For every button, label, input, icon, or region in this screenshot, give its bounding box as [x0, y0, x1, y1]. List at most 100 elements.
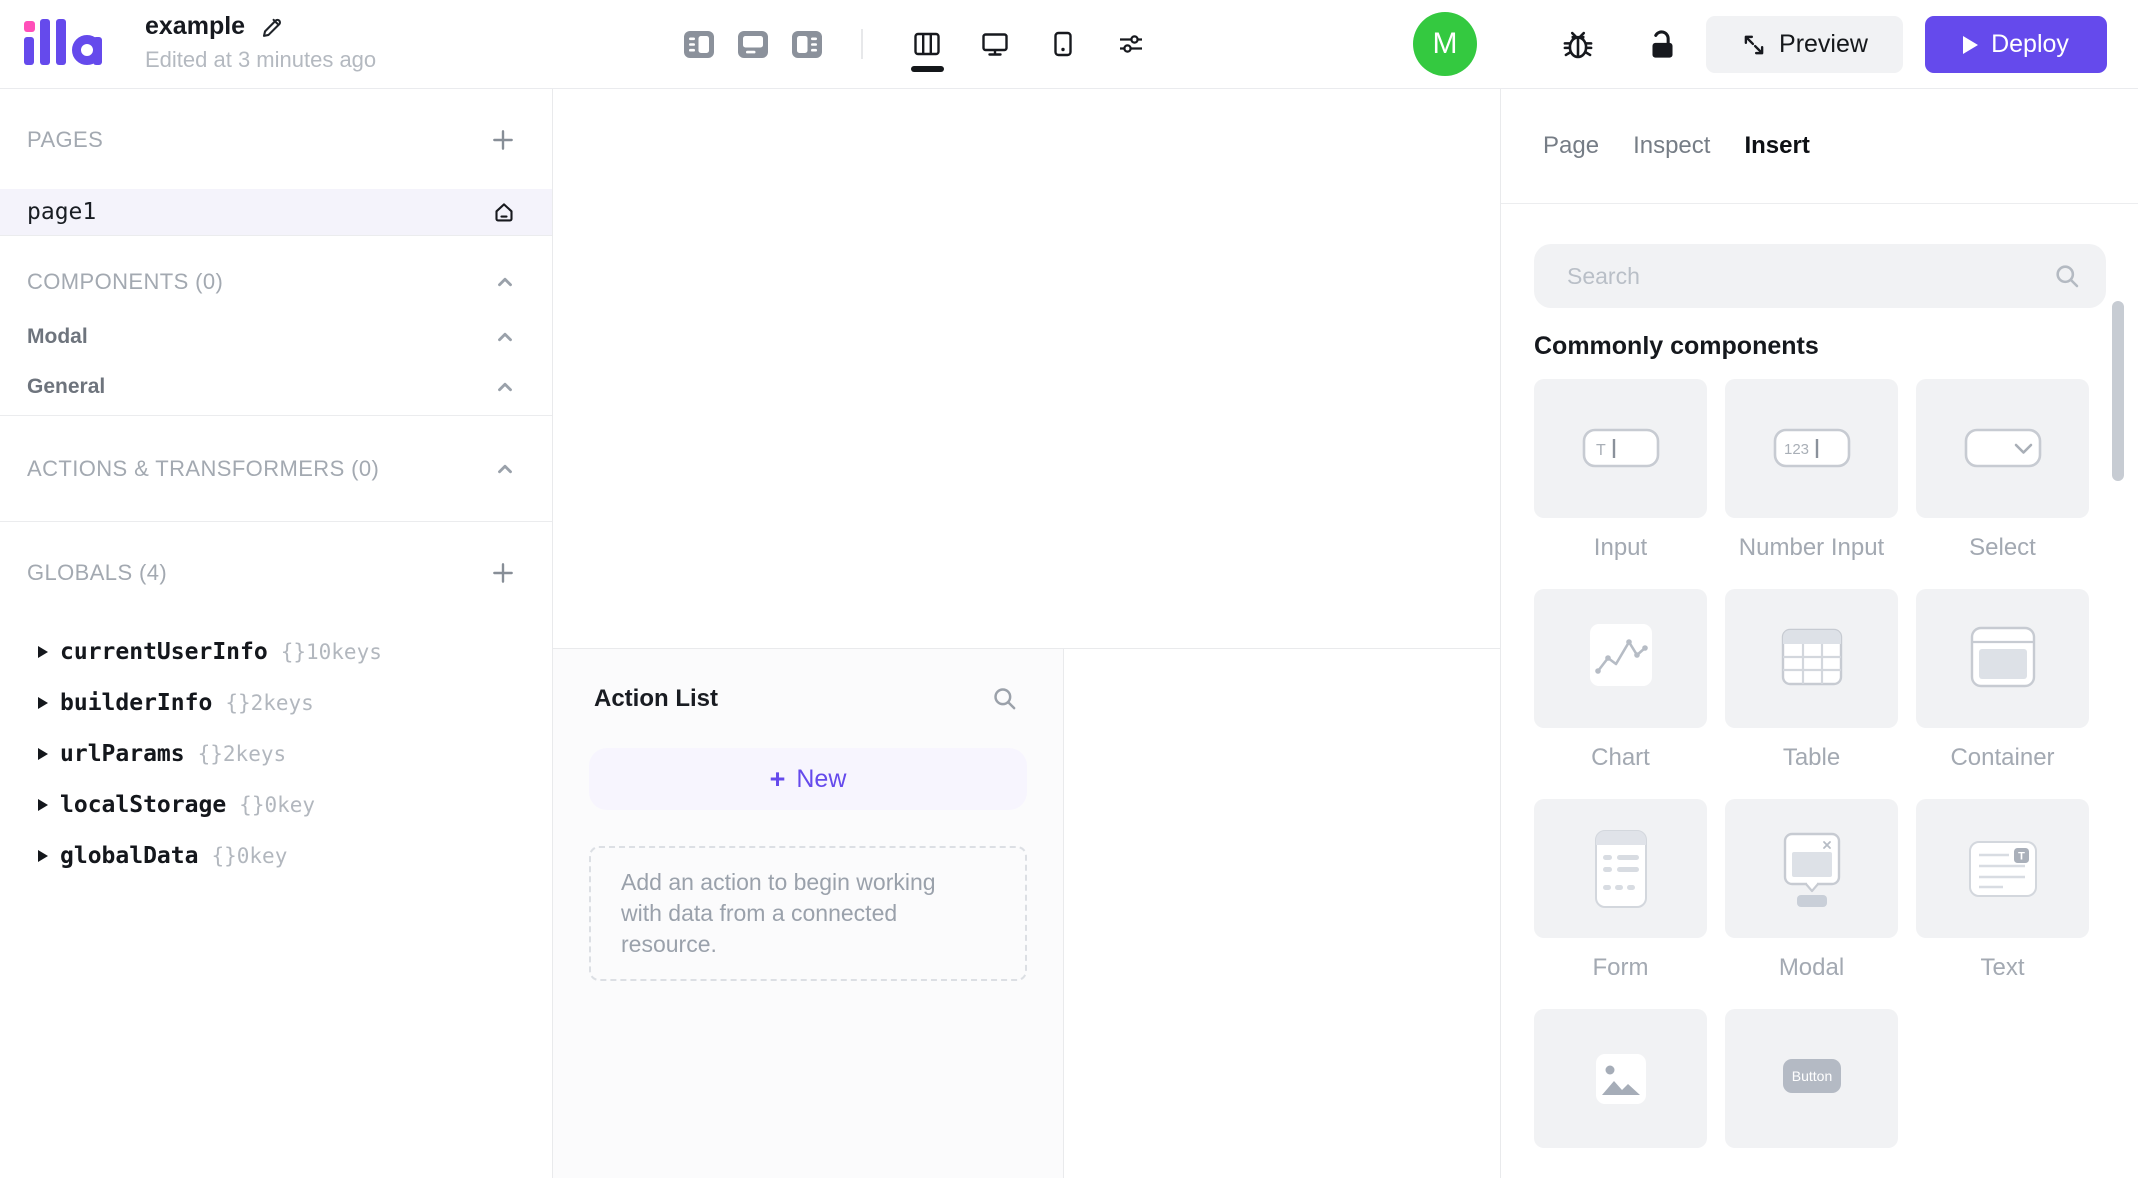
- component-cell: T Input: [1534, 379, 1707, 563]
- expand-triangle-icon[interactable]: [38, 645, 48, 658]
- component-search-input[interactable]: [1565, 261, 2053, 291]
- avatar[interactable]: M: [1413, 12, 1477, 76]
- component-search-box: [1534, 244, 2106, 308]
- svg-text:123: 123: [1784, 441, 1809, 458]
- mobile-preview-icon[interactable]: [1047, 28, 1079, 60]
- global-item-urlParams[interactable]: urlParams {}2keys: [0, 728, 552, 779]
- tab-insert[interactable]: Insert: [1744, 132, 1809, 160]
- pages-section-header: PAGES: [0, 113, 552, 167]
- left-sidebar: PAGES page1 COMPONENTS (0) Modal General…: [0, 89, 553, 1178]
- preview-button[interactable]: Preview: [1706, 16, 1903, 73]
- active-mode-indicator: [911, 66, 944, 72]
- components-section-header: COMPONENTS (0): [0, 252, 552, 312]
- settings-sliders-icon[interactable]: [1115, 28, 1147, 60]
- tab-page[interactable]: Page: [1543, 132, 1599, 160]
- component-cell: Modal: [1725, 799, 1898, 983]
- actions-section-header: ACTIONS & TRANSFORMERS (0): [0, 432, 552, 506]
- illa-builder-window: example Edited at 3 minutes ago M Previe…: [0, 0, 2138, 1178]
- deploy-button-label: Deploy: [1991, 30, 2069, 58]
- global-keys-badge: {}0key: [211, 843, 288, 868]
- component-group-label: General: [27, 375, 106, 398]
- toggle-left-panel-icon[interactable]: [684, 30, 714, 58]
- component-card-select[interactable]: [1916, 379, 2089, 518]
- add-global-icon[interactable]: [490, 560, 516, 586]
- component-card-text[interactable]: T: [1916, 799, 2089, 938]
- toggle-bottom-panel-icon[interactable]: [738, 30, 768, 58]
- deploy-button[interactable]: Deploy: [1925, 16, 2107, 73]
- component-card-input[interactable]: T: [1534, 379, 1707, 518]
- component-card-container[interactable]: [1916, 589, 2089, 728]
- component-card-label-text: Text: [1980, 954, 2025, 981]
- app-canvas[interactable]: [553, 89, 1500, 648]
- expand-triangle-icon[interactable]: [38, 798, 48, 811]
- expand-triangle-icon[interactable]: [38, 747, 48, 760]
- topbar-divider: [861, 29, 863, 59]
- expand-arrows-icon: [1741, 32, 1767, 58]
- component-card-form[interactable]: [1534, 799, 1707, 938]
- search-icon[interactable]: [2053, 262, 2082, 291]
- action-search-icon[interactable]: [991, 685, 1019, 713]
- chevron-up-icon[interactable]: [494, 271, 516, 293]
- component-grid: T Input 123 Number Input Select Chart Ta…: [1534, 379, 2138, 1162]
- right-panel-tabs: Page Inspect Insert: [1501, 89, 2138, 204]
- svg-text:T: T: [2018, 850, 2025, 862]
- main-area: PAGES page1 COMPONENTS (0) Modal General…: [0, 89, 2138, 1178]
- global-item-currentUserInfo[interactable]: currentUserInfo {}10keys: [0, 626, 552, 677]
- svg-text:Button: Button: [1791, 1068, 1831, 1084]
- section-divider: [0, 521, 552, 522]
- component-card-label-chart: Chart: [1591, 744, 1650, 771]
- component-cell: Form: [1534, 799, 1707, 983]
- right-panel-scrollbar[interactable]: [2112, 301, 2124, 481]
- actions-header-label: ACTIONS & TRANSFORMERS (0): [27, 456, 380, 481]
- global-item-builderInfo[interactable]: builderInfo {}2keys: [0, 677, 552, 728]
- action-list-panel: Action List + New Add an action to begin…: [553, 649, 1064, 1178]
- global-item-localStorage[interactable]: localStorage {}0key: [0, 779, 552, 830]
- preview-button-label: Preview: [1779, 30, 1868, 58]
- debug-bug-icon[interactable]: [1560, 26, 1596, 62]
- new-action-button[interactable]: + New: [589, 748, 1027, 810]
- columns-layout-icon[interactable]: [911, 28, 943, 60]
- chevron-up-icon[interactable]: [494, 376, 516, 398]
- section-divider: [0, 415, 552, 416]
- unlock-icon[interactable]: [1646, 27, 1679, 60]
- global-keys-badge: {}2keys: [225, 690, 314, 715]
- component-card-table[interactable]: [1725, 589, 1898, 728]
- component-card-label-input: Input: [1593, 534, 1648, 561]
- component-group-label: Modal: [27, 325, 88, 348]
- desktop-preview-icon[interactable]: [979, 28, 1011, 60]
- page-name: page1: [27, 199, 97, 225]
- toggle-right-panel-icon[interactable]: [792, 30, 822, 58]
- component-card-number-input[interactable]: 123: [1725, 379, 1898, 518]
- globals-header-label: GLOBALS (4): [27, 560, 168, 585]
- component-cell: Select: [1916, 379, 2089, 563]
- component-card-label-container: Container: [1950, 744, 2055, 771]
- edit-pencil-icon[interactable]: [259, 14, 284, 39]
- pages-header-label: PAGES: [27, 127, 104, 152]
- expand-triangle-icon[interactable]: [38, 696, 48, 709]
- home-icon[interactable]: [492, 200, 516, 224]
- component-card-label-table: Table: [1782, 744, 1841, 771]
- expand-triangle-icon[interactable]: [38, 849, 48, 862]
- play-icon: [1963, 35, 1979, 54]
- component-card-label-number-input: Number Input: [1738, 534, 1885, 561]
- add-page-icon[interactable]: [490, 127, 516, 153]
- page-item-page1[interactable]: page1: [0, 189, 552, 235]
- app-title: example: [145, 12, 246, 40]
- global-item-globalData[interactable]: globalData {}0key: [0, 830, 552, 881]
- component-card-label-form: Form: [1592, 954, 1649, 981]
- chevron-up-icon[interactable]: [494, 326, 516, 348]
- component-groups: Modal General: [0, 312, 552, 412]
- component-group-modal[interactable]: Modal: [0, 312, 552, 362]
- chevron-up-icon[interactable]: [494, 458, 516, 480]
- component-card-image[interactable]: [1534, 1009, 1707, 1148]
- component-card-modal[interactable]: [1725, 799, 1898, 938]
- component-card-button[interactable]: Button: [1725, 1009, 1898, 1148]
- tab-inspect[interactable]: Inspect: [1633, 132, 1710, 160]
- illa-logo-icon[interactable]: [24, 19, 104, 67]
- new-action-label: New: [796, 764, 847, 793]
- global-name: localStorage: [60, 791, 227, 818]
- component-card-chart[interactable]: [1534, 589, 1707, 728]
- component-group-general[interactable]: General: [0, 362, 552, 412]
- component-cell: Chart: [1534, 589, 1707, 773]
- right-panel: Page Inspect Insert Commonly components T …: [1500, 89, 2138, 1178]
